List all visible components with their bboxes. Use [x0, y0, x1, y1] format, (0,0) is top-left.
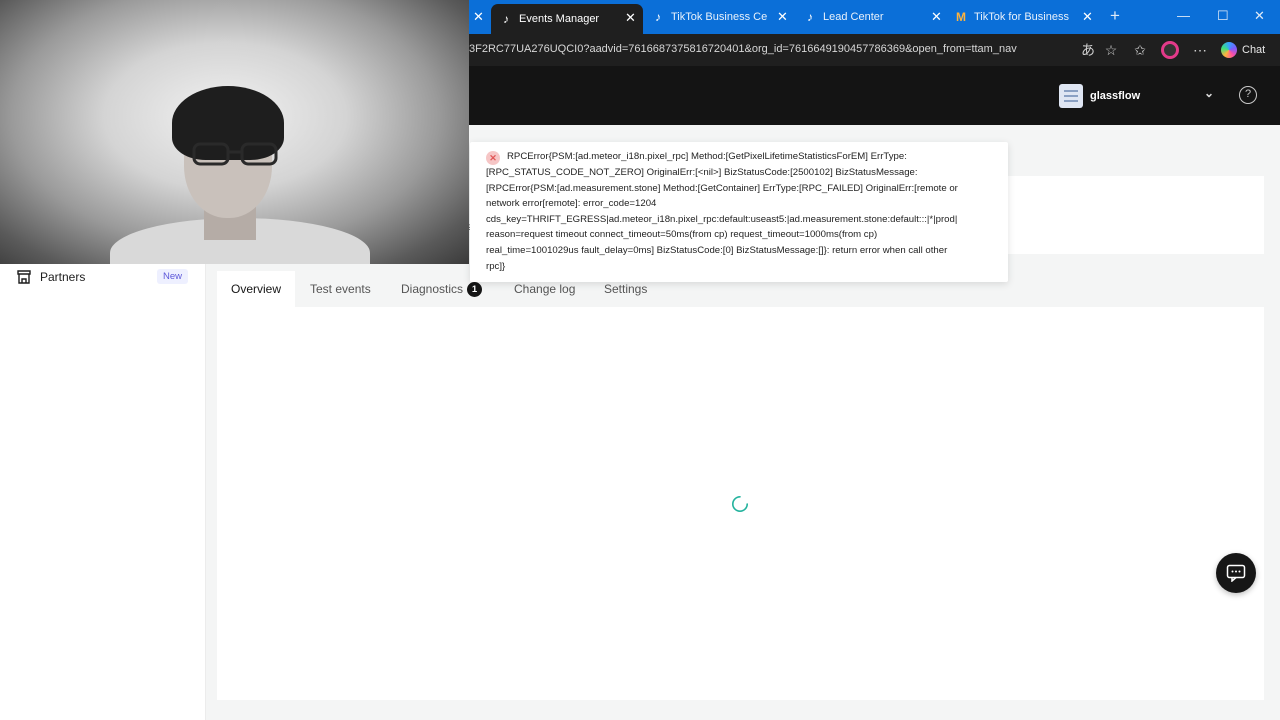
tab-label: Overview [231, 282, 282, 296]
chat-label: Chat [1242, 44, 1266, 56]
error-line: network error[remote]: error_code=1204 [486, 198, 657, 210]
error-toast: ✕ RPCError{PSM:[ad.meteor_i18n.pixel_rpc]… [470, 142, 1008, 282]
profile-icon[interactable] [1161, 41, 1179, 59]
tab-tiktok-for-business[interactable]: M TikTok for Business Veri ✕ [954, 4, 1094, 30]
tab-events-manager[interactable]: ♪ Events Manager ✕ [491, 4, 643, 34]
help-icon[interactable]: ? [1239, 86, 1257, 104]
tiktok-icon: ♪ [807, 10, 813, 24]
support-chat-button[interactable] [1216, 553, 1256, 593]
store-icon [17, 270, 31, 284]
sidebar-item-label: Partners [40, 270, 86, 284]
close-tab-icon[interactable]: ✕ [473, 9, 484, 25]
tiktok-icon: ♪ [503, 12, 509, 26]
copilot-icon [1221, 42, 1237, 58]
tab-test-events[interactable]: Test events [296, 271, 385, 307]
translate-icon[interactable]: あ [1079, 41, 1097, 59]
account-switcher[interactable]: glassflow ⌄ [1059, 82, 1222, 110]
chevron-down-icon: ⌄ [1203, 86, 1214, 100]
tab-title: TikTok for Business Veri [974, 11, 1070, 23]
error-line: reason=request timeout connect_timeout=5… [486, 229, 878, 241]
tab-label: Test events [310, 282, 371, 296]
account-avatar [1059, 84, 1083, 108]
more-menu-icon[interactable]: ⋯ [1191, 41, 1209, 59]
maximize-icon[interactable]: ☐ [1217, 8, 1229, 24]
diagnostics-count-badge: 1 [467, 281, 483, 297]
copilot-chat-button[interactable]: Chat [1221, 40, 1265, 60]
error-line: cds_key=THRIFT_EGRESS|ad.meteor_i18n.pix… [486, 213, 958, 225]
error-line: rpc]} [486, 260, 506, 272]
favorites-icon[interactable]: ✩ [1131, 41, 1149, 59]
error-line: ✕ RPCError{PSM:[ad.meteor_i18n.pixel_rpc]… [486, 149, 992, 165]
webcam-glasses [192, 142, 278, 166]
tab-tiktok-business-center[interactable]: ♪ TikTok Business Center ✕ [651, 4, 787, 30]
google-icon: M [956, 10, 966, 24]
error-line: [RPC_STATUS_CODE_NOT_ZERO] OriginalErr:[… [486, 167, 918, 178]
close-tab-icon[interactable]: ✕ [931, 9, 942, 25]
minimize-icon[interactable]: — [1177, 8, 1190, 23]
error-x-icon[interactable]: ✕ [486, 151, 500, 165]
new-badge: New [156, 269, 188, 284]
error-line: [RPCError{PSM:[ad.measurement.stone] Met… [486, 182, 958, 194]
close-tab-icon[interactable]: ✕ [625, 10, 636, 26]
favorite-star-icon[interactable]: ☆ [1102, 41, 1120, 59]
tab-title: Lead Center [823, 11, 884, 23]
url-field[interactable]: 3F2RC77UA276UQCI0?aadvid=761668737581672… [469, 43, 1069, 55]
new-tab-icon[interactable]: + [1110, 6, 1120, 26]
tab-label: Diagnostics [401, 282, 464, 296]
loading-spinner-icon [732, 495, 749, 512]
address-bar: 3F2RC77UA276UQCI0?aadvid=761668737581672… [469, 34, 1280, 66]
error-line: real_time=1001029us fault_delay=0ms] Biz… [486, 244, 948, 256]
tab-overview[interactable]: Overview [217, 271, 296, 307]
webcam-overlay [0, 0, 469, 264]
tab-title: Events Manager [519, 13, 600, 25]
close-tab-icon[interactable]: ✕ [777, 9, 787, 25]
account-name: glassflow [1090, 90, 1141, 102]
close-tab-icon[interactable]: ✕ [1082, 9, 1093, 25]
header-card [1008, 176, 1264, 254]
tab-lead-center[interactable]: ♪ Lead Center ✕ [803, 4, 945, 30]
browser-tab-bar: ✕ ♪ Events Manager ✕ ♪ TikTok Business C… [469, 0, 1280, 34]
tiktok-icon: ♪ [655, 10, 661, 24]
tab-label: Settings [604, 282, 648, 296]
tab-label: Change log [514, 282, 576, 296]
chat-bubble-icon [1226, 564, 1246, 582]
tab-title: TikTok Business Center [671, 11, 767, 23]
close-window-icon[interactable]: ✕ [1254, 8, 1265, 24]
sidebar-item-partners[interactable]: Partners New [16, 266, 190, 288]
